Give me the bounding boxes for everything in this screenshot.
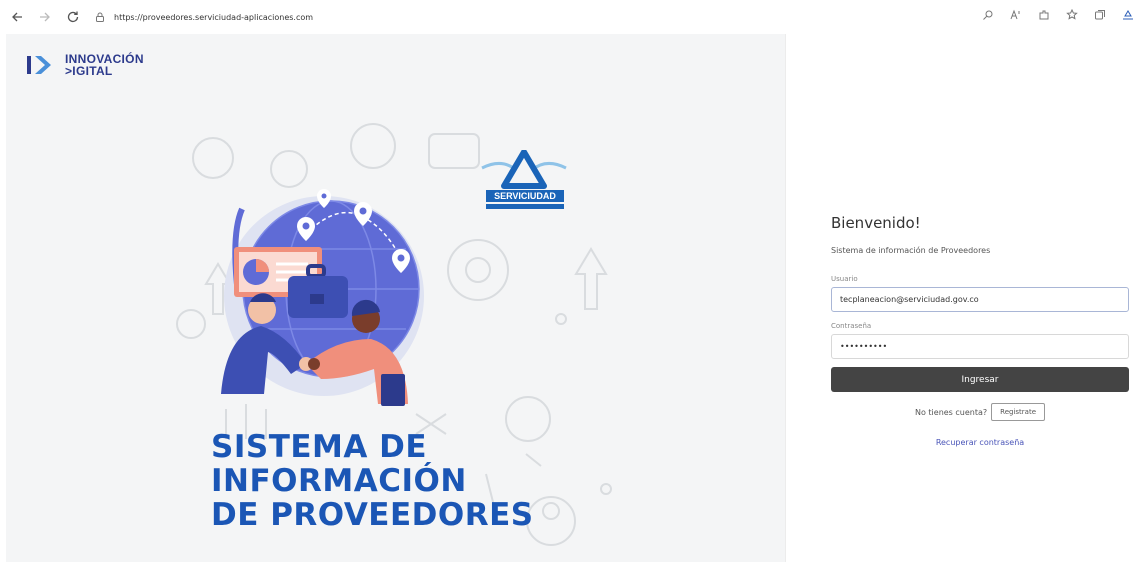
extensions-icon[interactable] — [1037, 8, 1051, 22]
no-account-text: No tienes cuenta? — [914, 407, 988, 417]
hero-panel: INNOVACIÓN >IGITAL SERVICIUDAD SISTEMA D… — [6, 34, 785, 562]
favorites-icon[interactable] — [1065, 8, 1079, 22]
register-button[interactable]: Registrate — [991, 403, 1045, 421]
hero-line-2: INFORMACIÓN — [211, 463, 467, 499]
serviciudad-logo-text: SERVICIUDAD — [494, 191, 556, 201]
panel-divider — [785, 34, 786, 562]
hero-line-3: DE PROVEEDORES — [211, 497, 534, 533]
lock-icon — [94, 11, 106, 23]
user-label: Usuario — [831, 275, 858, 283]
serviciudad-logo: SERVICIUDAD — [472, 149, 576, 216]
recover-password-link[interactable]: Recuperar contraseña — [831, 438, 1129, 447]
forward-icon[interactable] — [34, 6, 56, 28]
search-page-icon[interactable] — [981, 8, 995, 22]
read-aloud-icon[interactable] — [1009, 8, 1023, 22]
hero-title: SISTEMA DE INFORMACIÓN DE PROVEEDORES — [211, 430, 534, 532]
login-button[interactable]: Ingresar — [831, 367, 1129, 392]
form-subtitle: Sistema de información de Proveedores — [831, 246, 991, 255]
browser-actions — [981, 8, 1135, 22]
url-text: https://proveedores.serviciudad-aplicaci… — [114, 12, 314, 22]
user-input[interactable]: tecplaneacion@serviciudad.gov.co — [831, 287, 1129, 312]
login-form: Bienvenido! Sistema de información de Pr… — [831, 214, 1129, 447]
welcome-heading: Bienvenido! — [831, 214, 921, 232]
back-icon[interactable] — [6, 6, 28, 28]
address-bar[interactable]: https://proveedores.serviciudad-aplicaci… — [94, 11, 313, 23]
profile-icon[interactable] — [1121, 8, 1135, 22]
collections-icon[interactable] — [1093, 8, 1107, 22]
hero-line-1: SISTEMA DE — [211, 429, 428, 465]
register-row: No tienes cuenta? Registrate — [831, 403, 1129, 421]
password-input[interactable]: •••••••••• — [831, 334, 1129, 359]
reload-icon[interactable] — [62, 6, 84, 28]
browser-toolbar: https://proveedores.serviciudad-aplicaci… — [0, 0, 1143, 34]
password-label: Contraseña — [831, 322, 872, 330]
